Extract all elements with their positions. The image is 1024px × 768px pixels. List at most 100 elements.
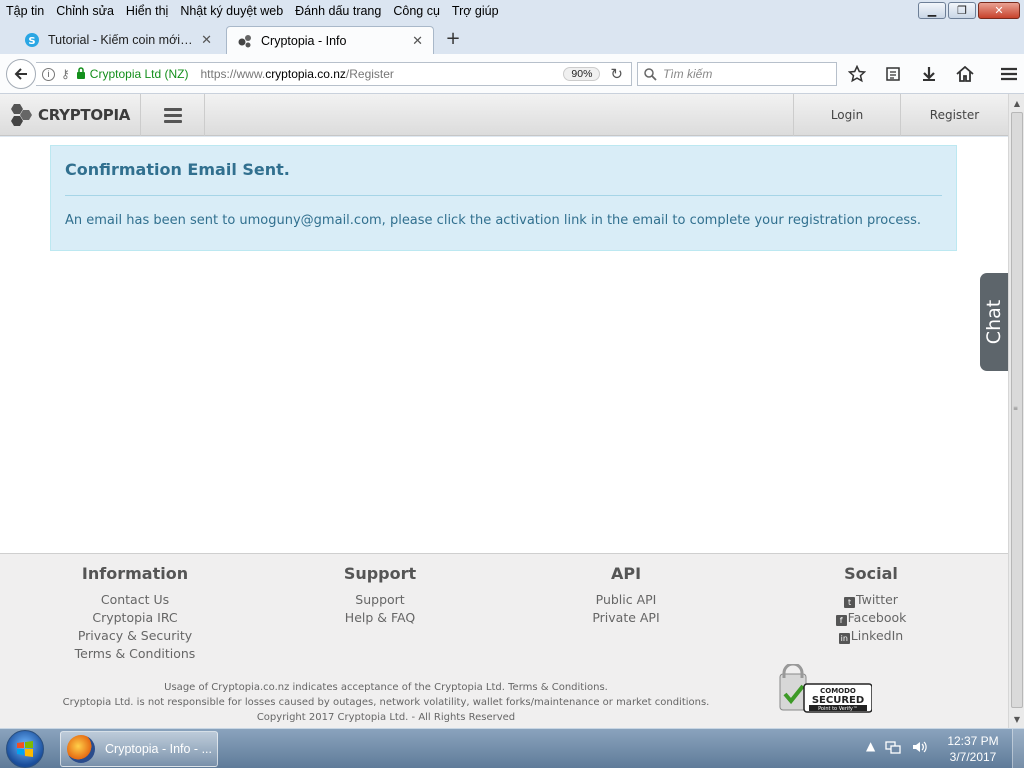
download-icon[interactable] (918, 64, 940, 84)
close-window-button[interactable]: ✕ (978, 2, 1020, 19)
menu-tools[interactable]: Công cụ (387, 4, 446, 18)
windows-taskbar: Cryptopia - Info - ... ▲ 12:37 PM 3/7/20… (0, 728, 1024, 768)
menu-file[interactable]: Tập tin (0, 4, 50, 18)
close-tab-icon[interactable]: ✕ (201, 32, 212, 48)
restore-icon: ❐ (957, 4, 967, 17)
search-icon (644, 67, 657, 81)
scroll-up-icon[interactable]: ▲ (1009, 95, 1024, 111)
skype-icon: S (24, 32, 40, 48)
show-desktop-button[interactable] (1012, 729, 1024, 768)
alert-title: Confirmation Email Sent. (65, 160, 290, 179)
cryptopia-irc-link[interactable]: Cryptopia IRC (35, 609, 235, 627)
contact-us-link[interactable]: Contact Us (35, 591, 235, 609)
footer-heading: Information (81, 564, 189, 583)
navigation-bar: i ⚷ Cryptopia Ltd (NZ) https://www.crypt… (0, 54, 1024, 94)
reload-icon[interactable]: ↻ (610, 65, 623, 83)
login-link[interactable]: Login (793, 94, 900, 136)
alert-message: An email has been sent to umoguny@gmail.… (65, 213, 922, 228)
badge-action: Point to Verify™ (818, 706, 858, 712)
volume-icon[interactable] (911, 739, 927, 758)
public-api-link[interactable]: Public API (526, 591, 726, 609)
chat-button[interactable]: Chat (980, 273, 1008, 371)
confirmation-alert: Confirmation Email Sent. An email has be… (50, 145, 957, 251)
taskbar-item-label: Cryptopia - Info - ... (105, 742, 212, 756)
twitter-label: Twitter (856, 592, 898, 607)
back-button[interactable] (6, 59, 36, 89)
search-placeholder: Tìm kiếm (663, 67, 713, 81)
restore-button[interactable]: ❐ (948, 2, 976, 19)
tray-expand-icon[interactable]: ▲ (866, 739, 875, 758)
menu-bookmarks[interactable]: Đánh dấu trang (289, 4, 387, 18)
scroll-down-icon[interactable]: ▼ (1009, 711, 1024, 727)
cryptopia-favicon-icon (237, 33, 253, 49)
clock-date: 3/7/2017 (949, 750, 997, 764)
help-faq-link[interactable]: Help & FAQ (280, 609, 480, 627)
start-button[interactable] (6, 730, 44, 768)
tab-label: Tutorial - Kiếm coin mới b... (48, 33, 196, 47)
taskbar-firefox-item[interactable]: Cryptopia - Info - ... (60, 731, 218, 767)
windows-logo-icon (17, 741, 33, 757)
private-api-link[interactable]: Private API (526, 609, 726, 627)
main-content: Confirmation Email Sent. An email has be… (0, 137, 1008, 553)
linkedin-icon: in (838, 633, 850, 644)
home-icon[interactable] (954, 64, 976, 84)
info-icon[interactable]: i (42, 67, 55, 81)
url-text[interactable]: https://www.cryptopia.co.nz/Register (201, 67, 564, 81)
facebook-icon: f (835, 615, 847, 626)
footer-heading: Support (343, 564, 417, 583)
plus-icon: + (445, 28, 461, 49)
key-icon: ⚷ (61, 67, 70, 81)
tab-label: Cryptopia - Info (261, 33, 347, 48)
minimize-button[interactable]: ▁ (918, 2, 946, 19)
badge-status: SECURED (812, 695, 864, 706)
minimize-icon: ▁ (927, 4, 937, 17)
back-arrow-icon (14, 68, 27, 80)
site-menu-button[interactable] (140, 94, 205, 136)
chat-label: Chat (983, 299, 1005, 345)
comodo-secured-badge[interactable]: COMODO SECURED Point to Verify™ (772, 662, 873, 716)
facebook-label: Facebook (847, 610, 907, 625)
terms-conditions-link[interactable]: Terms & Conditions (35, 645, 235, 663)
cryptopia-logo[interactable]: CRYPTOPIA (6, 100, 130, 130)
site-header: CRYPTOPIA Login Register (0, 94, 1008, 136)
zoom-indicator[interactable]: 90% (563, 67, 601, 81)
menu-bar: Tập tin Chỉnh sửa Hiển thị Nhật ký duyệt… (0, 0, 1024, 22)
footer-legal: Usage of Cryptopia.co.nz indicates accep… (0, 680, 772, 725)
network-icon[interactable] (885, 739, 901, 758)
new-tab-button[interactable]: + (442, 28, 464, 50)
footer-disclaimer: Cryptopia Ltd. is not responsible for lo… (62, 697, 710, 708)
url-path: /Register (345, 67, 394, 81)
menu-edit[interactable]: Chỉnh sửa (50, 4, 120, 18)
menu-hamburger-icon[interactable] (998, 64, 1020, 84)
footer-heading: Social (844, 564, 898, 583)
register-link[interactable]: Register (900, 94, 1008, 136)
svg-text:S: S (28, 36, 35, 47)
footer-heading: API (610, 564, 642, 583)
search-input[interactable]: Tìm kiếm (637, 62, 837, 86)
reading-list-icon[interactable] (882, 64, 904, 84)
lock-icon[interactable] (76, 66, 86, 82)
firefox-icon (67, 735, 95, 763)
linkedin-link[interactable]: in LinkedIn (771, 627, 971, 645)
menu-history[interactable]: Nhật ký duyệt web (174, 4, 289, 18)
support-link[interactable]: Support (280, 591, 480, 609)
close-tab-icon[interactable]: ✕ (412, 33, 423, 49)
twitter-icon: t (844, 597, 856, 608)
site-identity[interactable]: Cryptopia Ltd (NZ) (90, 67, 189, 81)
page-scrollbar[interactable]: ▲ ≡ ▼ (1008, 94, 1024, 728)
taskbar-clock[interactable]: 12:37 PM 3/7/2017 (940, 733, 1006, 765)
footer-column-support: Support Support Help & FAQ (280, 564, 480, 627)
menu-view[interactable]: Hiển thị (120, 4, 174, 18)
url-domain: cryptopia.co.nz (265, 67, 346, 81)
menu-help[interactable]: Trợ giúp (446, 4, 505, 18)
twitter-link[interactable]: t Twitter (771, 591, 971, 609)
bookmark-star-icon[interactable] (846, 64, 868, 84)
badge-brand: COMODO (820, 687, 856, 695)
toolbar-icons (846, 64, 1020, 84)
address-bar[interactable]: i ⚷ Cryptopia Ltd (NZ) https://www.crypt… (36, 62, 632, 86)
facebook-link[interactable]: f Facebook (771, 609, 971, 627)
footer-column-social: Social t Twitter f Facebook in LinkedIn (771, 564, 971, 645)
tab-cryptopia[interactable]: Cryptopia - Info ✕ (226, 26, 434, 54)
privacy-security-link[interactable]: Privacy & Security (35, 627, 235, 645)
tab-tutorial[interactable]: S Tutorial - Kiếm coin mới b... ✕ (14, 26, 222, 54)
